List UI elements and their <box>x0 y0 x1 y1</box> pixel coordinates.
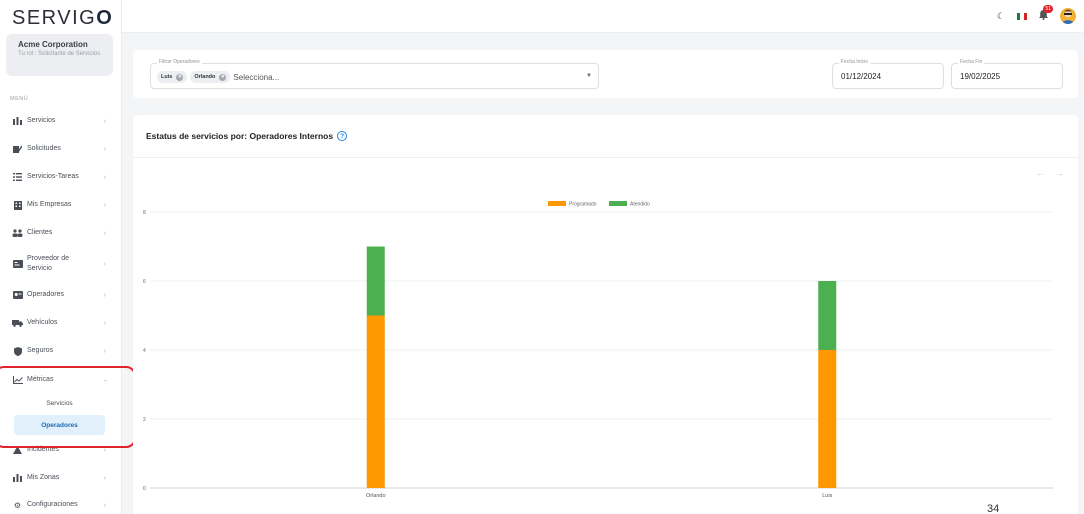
operators-filter-select[interactable]: Filtrar Operadores Luis ✕ Orlando ✕ Selecc… <box>150 59 599 89</box>
chevron-right-icon: › <box>103 474 106 482</box>
bar-segment <box>366 246 385 316</box>
legend-swatch <box>609 201 627 206</box>
end-date-field[interactable]: Fecha Fin 19/02/2025 <box>951 59 1063 89</box>
chip-label: Orlando <box>194 74 216 80</box>
companies-icon <box>12 200 23 210</box>
y-tick-label: 0 <box>143 486 146 492</box>
sidebar-item-label: Mis Zonas <box>27 474 60 481</box>
logo-text: SERVIG <box>12 7 97 29</box>
chip-orlando[interactable]: Orlando ✕ <box>190 71 231 83</box>
chips-row: Luis ✕ Orlando ✕ Selecciona... <box>157 71 279 83</box>
tasks-icon <box>12 172 23 182</box>
chip-remove-icon[interactable]: ✕ <box>176 73 184 81</box>
y-tick-label: 8 <box>143 210 146 216</box>
legend-label: Programado <box>569 202 597 208</box>
sidebar-item-solicitudes[interactable]: Solicitudes › <box>8 138 112 160</box>
provider-icon <box>12 259 23 269</box>
end-date-label: Fecha Fin <box>958 59 985 65</box>
vehicles-icon <box>12 318 23 328</box>
settings-icon: ⚙ <box>13 500 22 510</box>
chevron-right-icon: › <box>103 319 106 327</box>
sidebar-item-label: Solicitudes <box>27 145 61 152</box>
notifications-bell-icon[interactable]: 51 <box>1039 4 1053 23</box>
dropdown-caret-icon[interactable]: ▼ <box>586 73 592 79</box>
sidebar-item-label: Servicios-Tareas <box>27 173 79 180</box>
dark-mode-toggle-icon[interactable]: ☾ <box>997 11 1005 22</box>
sidebar: SERVIGO Acme Corporation Tu rol : Solici… <box>0 0 136 514</box>
chevron-right-icon: › <box>103 145 106 153</box>
sidebar-item-operadores[interactable]: Operadores › <box>8 284 112 306</box>
chevron-right-icon: › <box>103 201 106 209</box>
start-date-value: 01/12/2024 <box>841 72 882 81</box>
chart-card: Estatus de servicios por: Operadores Int… <box>133 115 1078 514</box>
sidebar-item-proveedor[interactable]: Proveedor de Servicio › <box>8 252 112 276</box>
chip-luis[interactable]: Luis ✕ <box>157 71 188 83</box>
sidebar-item-label: Clientes <box>27 229 53 236</box>
bar-segment <box>818 350 837 488</box>
chip-label: Luis <box>161 74 173 80</box>
bar-segment <box>818 281 837 350</box>
sidebar-item-label: Vehículos <box>27 319 58 326</box>
highlight-annotation <box>0 366 136 448</box>
legend-swatch <box>548 201 566 206</box>
x-tick-label: Orlando <box>366 493 386 499</box>
legend-label: Atendido <box>630 202 650 208</box>
y-tick-label: 4 <box>143 348 146 354</box>
start-date-label: Fecha Inicio <box>839 59 870 65</box>
menu-label: MENÚ <box>10 96 29 102</box>
services-icon <box>12 116 23 126</box>
bar-segment <box>366 315 385 488</box>
select-placeholder: Selecciona... <box>233 72 280 82</box>
sidebar-item-seguros[interactable]: Seguros › <box>8 340 112 362</box>
chevron-right-icon: › <box>103 229 106 237</box>
y-tick-label: 6 <box>143 279 146 285</box>
operators-icon <box>12 290 23 300</box>
requests-icon <box>12 144 23 154</box>
topbar: ☾ 51 <box>122 0 1084 33</box>
sidebar-item-mis-zonas[interactable]: Mis Zonas › <box>8 467 112 489</box>
sidebar-item-servicios-tareas[interactable]: Servicios-Tareas › <box>8 166 112 188</box>
stacked-bar-chart: 0 2 4 6 8 Orlando Luis Programado Atendido <box>143 201 1053 499</box>
page-number: 34 <box>987 503 1000 514</box>
filter-card: Filtrar Operadores Luis ✕ Orlando ✕ Selecc… <box>133 50 1078 98</box>
chevron-right-icon: › <box>103 347 106 355</box>
sidebar-item-servicios[interactable]: Servicios › <box>8 110 112 132</box>
zones-icon <box>12 473 23 483</box>
chevron-right-icon: › <box>103 173 106 181</box>
sidebar-item-label: Proveedor de Servicio <box>27 255 70 272</box>
chevron-right-icon: › <box>103 260 106 268</box>
sidebar-item-label: Configuraciones <box>27 501 78 508</box>
company-role: Tu rol : Solicitante de Servicios <box>18 51 101 57</box>
clients-icon <box>12 228 23 238</box>
sidebar-item-configuraciones[interactable]: ⚙ Configuraciones › <box>8 494 112 514</box>
x-tick-label: Luis <box>822 493 832 499</box>
language-flag-icon[interactable] <box>1017 12 1027 20</box>
company-name: Acme Corporation <box>18 40 88 49</box>
topbar-actions: ☾ 51 <box>997 4 1076 24</box>
insurance-icon <box>12 346 23 356</box>
sidebar-item-label: Seguros <box>27 347 54 354</box>
avatar[interactable] <box>1060 8 1076 24</box>
chevron-right-icon: › <box>103 501 106 509</box>
operators-filter-label: Filtrar Operadores <box>157 59 202 65</box>
sidebar-item-label: Operadores <box>27 291 64 298</box>
chip-remove-icon[interactable]: ✕ <box>219 73 227 81</box>
notification-badge: 51 <box>1043 4 1053 13</box>
sidebar-item-label: Mis Empresas <box>27 201 72 208</box>
y-tick-label: 2 <box>143 417 146 423</box>
sidebar-item-vehiculos[interactable]: Vehículos › <box>8 312 112 334</box>
sidebar-item-mis-empresas[interactable]: Mis Empresas › <box>8 194 112 216</box>
logo[interactable]: SERVIGO <box>12 7 112 30</box>
chevron-right-icon: › <box>103 117 106 125</box>
sidebar-item-clientes[interactable]: Clientes › <box>8 222 112 244</box>
end-date-value: 19/02/2025 <box>960 72 1001 81</box>
chevron-right-icon: › <box>103 291 106 299</box>
start-date-field[interactable]: Fecha Inicio 01/12/2024 <box>832 59 944 89</box>
company-card[interactable]: Acme Corporation Tu rol : Solicitante de… <box>6 34 113 76</box>
logo-mark: O <box>96 7 112 29</box>
sidebar-item-label: Servicios <box>27 117 56 124</box>
